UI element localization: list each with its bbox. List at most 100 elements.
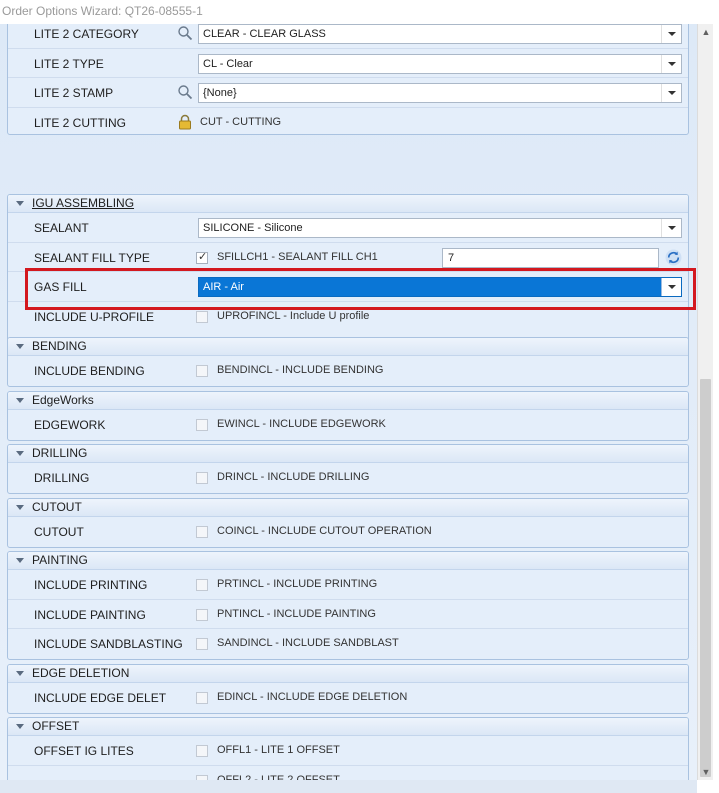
option-text: SANDINCL - INCLUDE SANDBLAST [217,637,399,649]
group-header[interactable]: PAINTING [8,552,688,570]
edge-deletion-checkbox[interactable] [196,692,208,704]
offset-lite1-checkbox[interactable] [196,745,208,757]
option-label: CUTOUT [34,525,84,539]
chevron-down-icon[interactable] [661,278,681,296]
scroll-down-icon[interactable]: ▼ [698,764,714,780]
u-profile-checkbox[interactable] [196,310,208,323]
edgework-checkbox[interactable] [196,419,208,431]
bending-checkbox[interactable] [196,365,208,377]
combo-value: {None} [203,87,237,99]
combo-value: SILICONE - Silicone [203,222,303,234]
scrollbar-thumb[interactable] [700,379,711,777]
chevron-down-icon[interactable] [661,84,681,102]
option-row-lite2-category: LITE 2 CATEGORY CLEAR - CLEAR GLASS [8,24,688,49]
bending-group: BENDING INCLUDE BENDING BENDINCL - INCLU… [7,337,689,387]
igu-assembling-group: IGU ASSEMBLING SEALANT SILICONE - Silico… [7,194,689,358]
lock-icon [179,114,191,129]
drilling-checkbox[interactable] [196,472,208,484]
lite2-group: LITE 2 CATEGORY CLEAR - CLEAR GLASS LITE… [7,24,689,135]
input-value: 7 [448,251,455,264]
option-text: BENDINCL - INCLUDE BENDING [217,364,384,376]
collapse-icon[interactable] [16,451,24,456]
option-label: LITE 2 CATEGORY [34,27,139,41]
vertical-scrollbar[interactable]: ▲ ▼ [697,24,713,780]
sealant-fill-amount-input[interactable]: 7 [442,247,659,268]
option-label: SEALANT [34,221,89,235]
group-title: IGU ASSEMBLING [32,196,135,210]
option-label: INCLUDE EDGE DELET [34,691,167,705]
option-text: EDINCL - INCLUDE EDGE DELETION [217,691,408,703]
group-header[interactable]: CUTOUT [8,499,688,517]
option-row: INCLUDE EDGE DELET EDINCL - INCLUDE EDGE… [8,683,688,713]
printing-checkbox[interactable] [196,579,208,591]
cutout-group: CUTOUT CUTOUT COINCL - INCLUDE CUTOUT OP… [7,498,689,548]
lite2-type-combo[interactable]: CL - Clear [198,53,682,74]
cutout-checkbox[interactable] [196,526,208,538]
option-row: INCLUDE PRINTING PRTINCL - INCLUDE PRINT… [8,570,688,600]
lite2-stamp-combo[interactable]: {None} [198,83,682,103]
option-label: INCLUDE PAINTING [34,607,146,622]
group-header[interactable]: EdgeWorks [8,392,688,410]
collapse-icon[interactable] [16,398,24,403]
option-label: INCLUDE SANDBLASTING [34,637,183,651]
option-label: LITE 2 CUTTING [34,115,127,130]
collapse-icon[interactable] [16,724,24,729]
chevron-down-icon[interactable] [661,25,681,43]
sandblasting-checkbox[interactable] [196,638,208,650]
option-label: GAS FILL [34,280,87,294]
refresh-icon[interactable] [665,249,682,266]
window-title: Order Options Wizard: QT26-08555-1 [0,0,719,24]
option-label: INCLUDE U-PROFILE [34,309,155,324]
group-header[interactable]: OFFSET [8,718,688,736]
option-text: PRTINCL - INCLUDE PRINTING [217,578,378,590]
scroll-up-icon[interactable]: ▲ [698,24,714,40]
option-label: INCLUDE BENDING [34,364,145,378]
option-label: LITE 2 TYPE [34,56,104,71]
search-icon[interactable] [177,25,193,41]
option-row-lite2-stamp: LITE 2 STAMP {None} [8,78,688,108]
group-title: CUTOUT [32,500,82,514]
chevron-down-icon[interactable] [661,54,681,73]
option-row: CUTOUT COINCL - INCLUDE CUTOUT OPERATION [8,517,688,547]
sealant-combo[interactable]: SILICONE - Silicone [198,218,682,238]
option-text: DRINCL - INCLUDE DRILLING [217,471,370,483]
painting-checkbox[interactable] [196,608,208,621]
gas-fill-combo[interactable]: AIR - Air [198,277,682,297]
option-row-gas-fill: GAS FILL AIR - Air [8,272,688,302]
group-title: BENDING [32,339,87,353]
group-header[interactable]: DRILLING [8,445,688,463]
collapse-icon[interactable] [16,201,24,206]
option-label: LITE 2 STAMP [34,86,114,100]
option-text: EWINCL - INCLUDE EDGEWORK [217,418,386,430]
collapse-icon[interactable] [16,671,24,676]
option-row-sealant-fill: SEALANT FILL TYPE SFILLCH1 - SEALANT FIL… [8,243,688,272]
drilling-group: DRILLING DRILLING DRINCL - INCLUDE DRILL… [7,444,689,494]
option-label: OFFSET IG LITES [34,744,134,758]
group-title: DRILLING [32,446,88,460]
group-header[interactable]: EDGE DELETION [8,665,688,683]
edgeworks-group: EdgeWorks EDGEWORK EWINCL - INCLUDE EDGE… [7,391,689,441]
collapse-icon[interactable] [16,558,24,563]
option-text: OFFL1 - LITE 1 OFFSET [217,744,340,756]
group-title: EDGE DELETION [32,666,130,680]
option-row-lite2-type: LITE 2 TYPE CL - Clear [8,49,688,78]
collapse-icon[interactable] [16,505,24,510]
option-row: EDGEWORK EWINCL - INCLUDE EDGEWORK [8,410,688,440]
window-edge [713,24,719,793]
search-icon[interactable] [177,84,193,100]
option-label: INCLUDE PRINTING [34,578,148,592]
option-row: OFFSET IG LITES OFFL1 - LITE 1 OFFSET [8,736,688,766]
group-title: EdgeWorks [32,393,94,407]
edge-deletion-group: EDGE DELETION INCLUDE EDGE DELET EDINCL … [7,664,689,714]
group-header[interactable]: IGU ASSEMBLING [8,195,688,213]
group-title: PAINTING [32,553,88,567]
collapse-icon[interactable] [16,344,24,349]
group-header[interactable]: BENDING [8,338,688,356]
lite2-category-combo[interactable]: CLEAR - CLEAR GLASS [198,24,682,44]
option-row: INCLUDE SANDBLASTING SANDINCL - INCLUDE … [8,629,688,659]
option-value: CUT - CUTTING [200,115,282,128]
option-text: COINCL - INCLUDE CUTOUT OPERATION [217,525,432,537]
group-title: OFFSET [32,719,80,733]
chevron-down-icon[interactable] [661,219,681,237]
sealant-fill-checkbox[interactable] [196,250,208,264]
